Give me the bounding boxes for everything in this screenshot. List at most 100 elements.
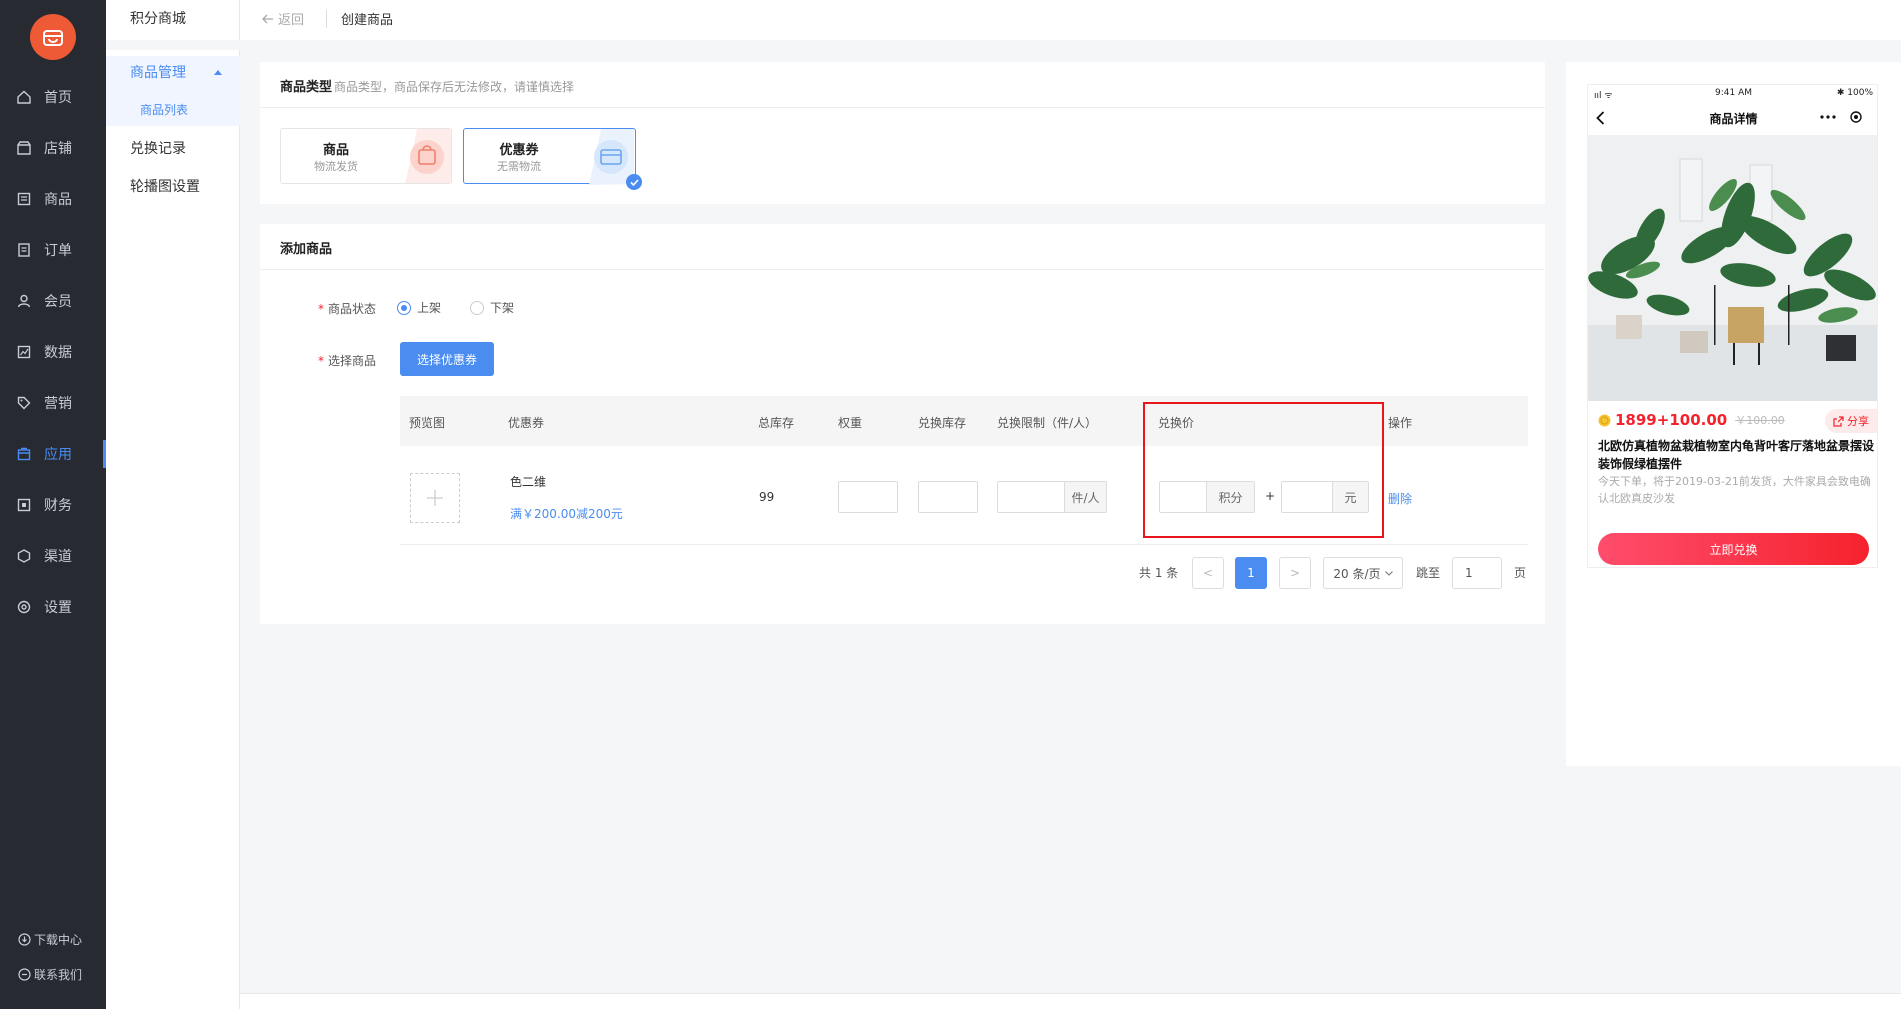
nav-item-home[interactable]: 首页 (0, 77, 106, 117)
member-icon (4, 294, 44, 308)
product-photo (1588, 135, 1877, 401)
contact-us-link[interactable]: 联系我们 (18, 966, 82, 983)
nav-item-member[interactable]: 会员 (0, 281, 106, 321)
share-label: 分享 (1847, 415, 1869, 428)
add-product-title: 添加商品 (280, 242, 333, 257)
nav-item-order[interactable]: 订单 (0, 230, 106, 270)
nav-item-label: 商品 (44, 192, 72, 208)
download-icon (18, 933, 31, 946)
type-option-goods[interactable]: 商品 物流发货 (280, 128, 452, 184)
preview-product-title: 北欧仿真植物盆栽植物室内龟背叶客厅落地盆景摆设装饰假绿植摆件 (1598, 439, 1875, 471)
type-option-coupon[interactable]: 优惠券 无需物流 (463, 128, 642, 190)
chevron-left-icon: < (1202, 566, 1214, 580)
bottom-action-bar (240, 993, 1901, 1009)
nav-item-label: 设置 (44, 600, 72, 616)
nav-item-marketing[interactable]: 营销 (0, 383, 106, 423)
required-mark: * (318, 354, 324, 368)
subnav-divider (106, 40, 240, 50)
coupon-name: 色二维 (510, 475, 547, 489)
redeem-now-button[interactable]: 立即兑换 (1598, 533, 1869, 565)
main-sidebar: 首页 店铺 商品 订单 会员 数据 营销 应用 财务 渠道 设置 下载中心 联系… (0, 0, 106, 1009)
selected-check-icon (626, 174, 642, 190)
nav-item-channel[interactable]: 渠道 (0, 536, 106, 576)
nav-item-label: 会员 (44, 294, 72, 310)
subnav-title: 积分商城 (130, 11, 186, 27)
nav-item-apps[interactable]: 应用 (0, 434, 106, 474)
redeem-limit-input[interactable]: 件/人 (997, 481, 1107, 513)
select-label: * 选择商品 (318, 352, 376, 369)
phone-status-bar: ııl ᯤ 9:41 AM ✱ 100% (1588, 85, 1877, 101)
delete-link[interactable]: 删除 (1388, 490, 1412, 507)
nav-item-finance[interactable]: 财务 (0, 485, 106, 525)
subnav-group-goods-manage[interactable]: 商品管理 (130, 62, 222, 82)
weight-input[interactable] (838, 481, 898, 513)
chart-icon (4, 345, 44, 359)
more-dots-icon[interactable] (1820, 115, 1836, 119)
status-radio-off[interactable]: 下架 (470, 299, 514, 316)
arrow-left-icon (262, 14, 273, 23)
coin-icon (1598, 414, 1611, 426)
card-divider (260, 269, 1545, 270)
nav-item-label: 应用 (44, 447, 72, 463)
download-center-link[interactable]: 下载中心 (18, 931, 82, 948)
shop-logo-icon (43, 30, 63, 46)
th-redeem-stock: 兑换库存 (918, 416, 967, 430)
prev-page-button[interactable]: < (1192, 557, 1224, 589)
preview-upload[interactable] (410, 473, 460, 523)
page-size-select[interactable]: 20 条/页 (1323, 557, 1403, 589)
gear-icon (4, 600, 44, 614)
sub-sidebar: 积分商城 商品管理 商品列表 兑换记录 轮播图设置 (106, 0, 240, 1009)
th-redeem-limit: 兑换限制（件/人） (997, 416, 1098, 430)
product-type-heading: 商品类型 商品类型，商品保存后无法修改，请谨慎选择 (280, 76, 574, 95)
nav-item-goods[interactable]: 商品 (0, 179, 106, 219)
radio-dot-checked[interactable] (397, 300, 411, 315)
nav-item-store[interactable]: 店铺 (0, 128, 106, 168)
chat-icon (18, 968, 31, 981)
th-preview: 预览图 (409, 416, 446, 430)
required-mark: * (318, 302, 324, 316)
subnav-item-carousel-settings[interactable]: 轮播图设置 (130, 176, 200, 196)
subnav-group-label: 商品管理 (130, 65, 186, 81)
product-type-title: 商品类型 (280, 80, 333, 95)
subnav-item-redeem-records[interactable]: 兑换记录 (130, 138, 186, 158)
limit-unit-addon: 件/人 (1064, 482, 1106, 512)
subnav-item-goods-list[interactable]: 商品列表 (140, 101, 188, 118)
status-battery: ✱ 100% (1836, 88, 1873, 98)
old-price: ￥100.00 (1735, 414, 1785, 427)
nav-item-label: 订单 (44, 243, 72, 259)
back-label: 返回 (278, 13, 305, 28)
jump-page-input[interactable]: 1 (1452, 557, 1502, 589)
redeem-price-highlight-box (1143, 402, 1384, 538)
nav-item-label: 首页 (44, 90, 72, 106)
preview-product-desc: 今天下单，将于2019-03-21前发货，大件家具会致电确认北欧真皮沙发 (1598, 475, 1871, 505)
next-page-button[interactable]: > (1279, 557, 1311, 589)
app-logo[interactable] (30, 14, 76, 60)
product-type-card: 商品类型 商品类型，商品保存后无法修改，请谨慎选择 (260, 62, 1545, 204)
capsule-close-icon[interactable] (1850, 111, 1862, 123)
th-total-stock: 总库存 (758, 416, 795, 430)
th-action: 操作 (1388, 416, 1413, 430)
home-icon (4, 90, 44, 104)
jump-label: 跳至 (1416, 566, 1441, 580)
type-option-name: 商品 (322, 143, 349, 158)
pagination-total: 共 1 条 (1139, 566, 1179, 580)
redeem-stock-input[interactable] (918, 481, 978, 513)
share-button[interactable]: 分享 (1825, 409, 1877, 433)
nav-item-settings[interactable]: 设置 (0, 587, 106, 627)
coupon-rule: 满￥200.00减200元 (510, 507, 623, 521)
type-option-desc: 无需物流 (497, 160, 541, 173)
status-time: 9:41 AM (1715, 88, 1752, 98)
channel-icon (4, 549, 44, 563)
page-1-button[interactable]: 1 (1235, 557, 1267, 589)
status-radio-on[interactable]: 上架 (397, 299, 441, 316)
chevron-right-icon: > (1289, 566, 1301, 580)
back-link[interactable]: 返回 (262, 9, 304, 28)
card-divider (260, 107, 1545, 108)
phone-preview: ııl ᯤ 9:41 AM ✱ 100% 商品详情 1899+100.00 ￥1… (1587, 84, 1878, 568)
status-on-label: 上架 (417, 301, 442, 315)
chevron-down-icon (1384, 570, 1393, 576)
radio-dot[interactable] (470, 300, 484, 315)
nav-item-data[interactable]: 数据 (0, 332, 106, 372)
tag-icon (4, 396, 44, 410)
select-coupon-button[interactable]: 选择优惠券 (400, 342, 494, 376)
